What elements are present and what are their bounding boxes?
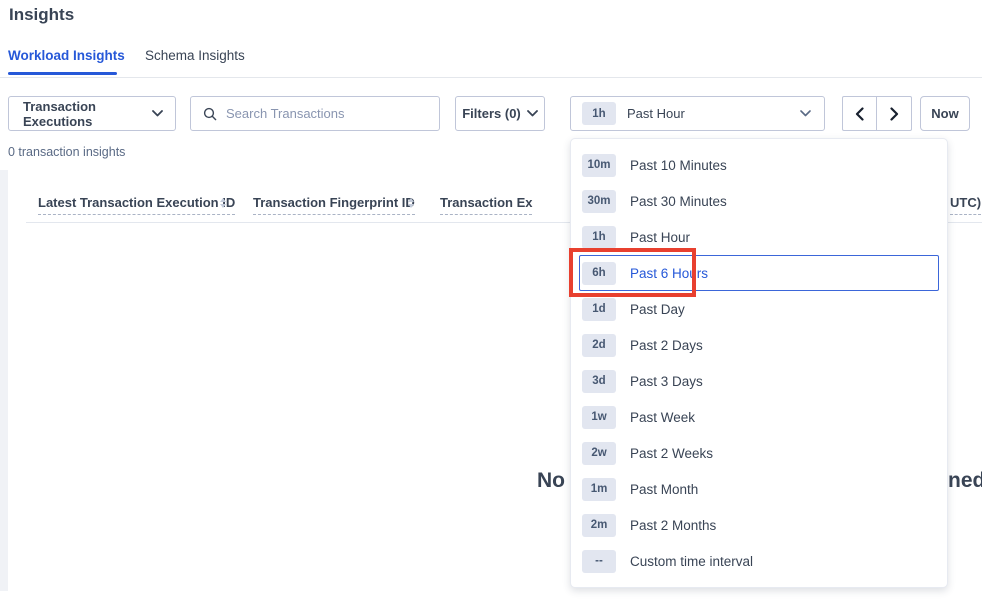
- filters-label: Filters (0): [462, 106, 521, 121]
- entity-select-dropdown[interactable]: Transaction Executions: [8, 96, 176, 131]
- interval-label: Past 6 Hours: [630, 266, 708, 281]
- column-header-latest-transaction-execution-id[interactable]: Latest Transaction Execution ID: [38, 195, 235, 215]
- menu-item-past-month[interactable]: 1m Past Month: [579, 471, 939, 507]
- interval-badge: 2m: [582, 514, 616, 537]
- tab-schema-insights[interactable]: Schema Insights: [145, 48, 245, 63]
- now-button[interactable]: Now: [920, 96, 970, 131]
- chevron-down-icon: [152, 110, 163, 117]
- column-header-transaction-fingerprint-id[interactable]: Transaction Fingerprint ID: [253, 195, 415, 215]
- menu-item-past-6-hours[interactable]: 6h Past 6 Hours: [579, 255, 939, 291]
- active-tab-underline: [8, 72, 117, 75]
- search-icon: [203, 107, 217, 121]
- interval-badge: 2w: [582, 442, 616, 465]
- interval-label: Past 10 Minutes: [630, 158, 727, 173]
- column-header-start-time-utc-partial[interactable]: UTC): [950, 195, 981, 215]
- interval-label: Past 2 Days: [630, 338, 703, 353]
- insights-page: Insights Workload Insights Schema Insigh…: [0, 0, 982, 605]
- sort-icon[interactable]: [220, 198, 226, 208]
- next-interval-button[interactable]: [877, 97, 911, 130]
- interval-badge: 30m: [582, 190, 616, 213]
- interval-label: Past 2 Weeks: [630, 446, 713, 461]
- column-header-transaction-execution-partial[interactable]: Transaction Ex: [440, 195, 532, 215]
- interval-badge: 2d: [582, 334, 616, 357]
- sort-icon[interactable]: [408, 198, 414, 208]
- interval-badge: 1m: [582, 478, 616, 501]
- search-input[interactable]: [226, 106, 416, 121]
- interval-label: Past Day: [630, 302, 685, 317]
- interval-badge: 3d: [582, 370, 616, 393]
- menu-item-custom-time-interval[interactable]: -- Custom time interval: [579, 543, 939, 579]
- interval-badge: 6h: [582, 262, 616, 285]
- interval-label: Past Month: [630, 482, 698, 497]
- time-range-badge: 1h: [582, 102, 616, 125]
- menu-item-past-2-weeks[interactable]: 2w Past 2 Weeks: [579, 435, 939, 471]
- menu-item-past-2-days[interactable]: 2d Past 2 Days: [579, 327, 939, 363]
- menu-item-past-30-minutes[interactable]: 30m Past 30 Minutes: [579, 183, 939, 219]
- menu-item-past-2-months[interactable]: 2m Past 2 Months: [579, 507, 939, 543]
- search-box[interactable]: [190, 96, 440, 131]
- now-button-label: Now: [931, 106, 958, 121]
- time-range-arrows: [842, 96, 912, 131]
- empty-state-text-fragment: ned.: [948, 469, 982, 493]
- interval-badge: --: [582, 550, 616, 573]
- time-range-label: Past Hour: [627, 106, 685, 121]
- chevron-down-icon: [527, 110, 538, 117]
- time-range-dropdown-menu: 10m Past 10 Minutes 30m Past 30 Minutes …: [570, 138, 948, 588]
- tab-workload-insights[interactable]: Workload Insights: [8, 48, 125, 63]
- page-title: Insights: [9, 5, 74, 25]
- chevron-down-icon: [800, 110, 811, 117]
- interval-badge: 1w: [582, 406, 616, 429]
- entity-select-label: Transaction Executions: [23, 99, 152, 129]
- menu-item-past-10-minutes[interactable]: 10m Past 10 Minutes: [579, 147, 939, 183]
- filters-button[interactable]: Filters (0): [455, 96, 545, 131]
- tab-bar-divider: [0, 77, 982, 78]
- insights-count: 0 transaction insights: [8, 145, 125, 159]
- interval-label: Past 30 Minutes: [630, 194, 727, 209]
- menu-item-past-day[interactable]: 1d Past Day: [579, 291, 939, 327]
- interval-label: Past Hour: [630, 230, 690, 245]
- menu-item-past-hour[interactable]: 1h Past Hour: [579, 219, 939, 255]
- menu-item-past-3-days[interactable]: 3d Past 3 Days: [579, 363, 939, 399]
- interval-badge: 1d: [582, 298, 616, 321]
- page-gutter: [0, 170, 8, 591]
- interval-label: Past 3 Days: [630, 374, 703, 389]
- interval-badge: 10m: [582, 154, 616, 177]
- interval-label: Past Week: [630, 410, 695, 425]
- interval-label: Past 2 Months: [630, 518, 716, 533]
- menu-item-past-week[interactable]: 1w Past Week: [579, 399, 939, 435]
- previous-interval-button[interactable]: [843, 97, 877, 130]
- time-range-picker[interactable]: 1h Past Hour: [570, 96, 825, 131]
- interval-badge: 1h: [582, 226, 616, 249]
- interval-label: Custom time interval: [630, 554, 753, 569]
